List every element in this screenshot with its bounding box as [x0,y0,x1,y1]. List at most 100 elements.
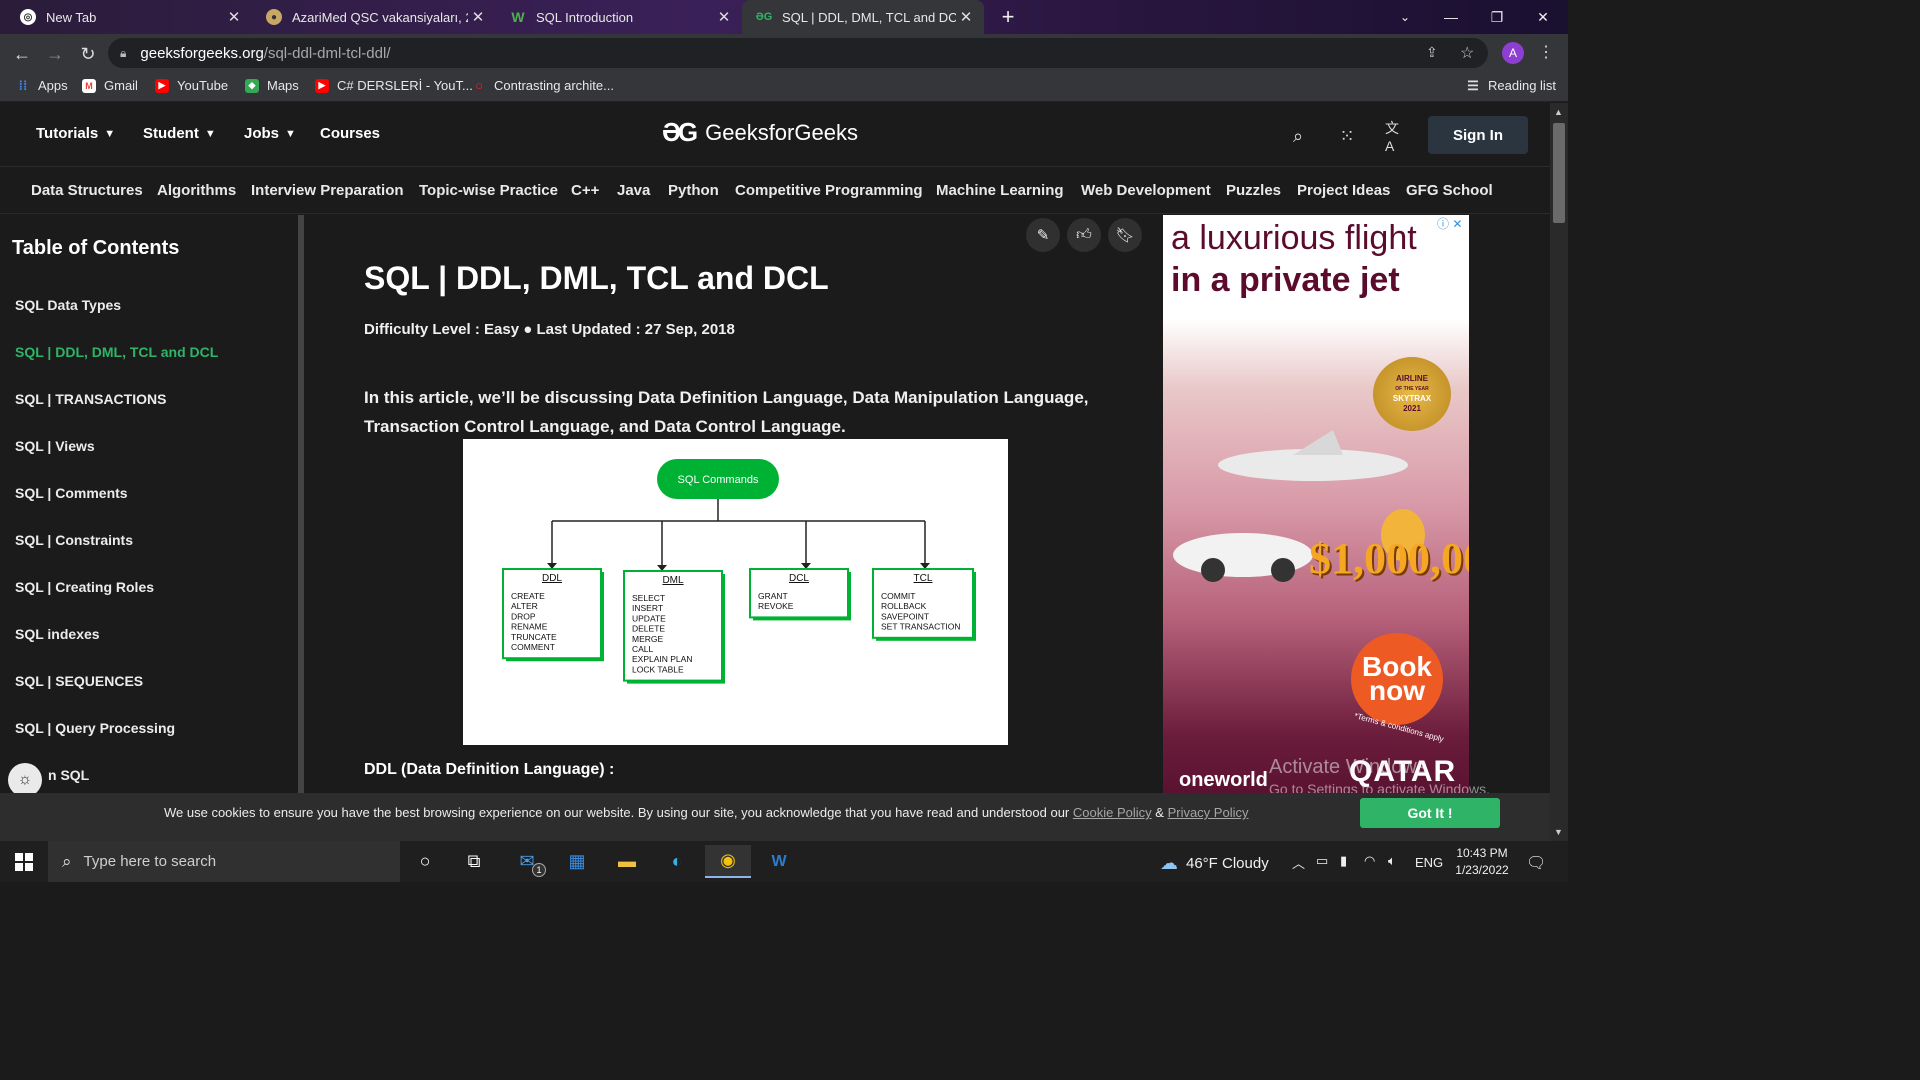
nav-tutorials[interactable]: Tutorials ▼ [36,125,115,142]
ad-book-now-button[interactable]: Book now [1351,633,1443,725]
file-explorer-icon[interactable]: ▬ [604,845,650,878]
apps-grid-icon[interactable]: ⁙ [1336,125,1358,147]
back-icon[interactable]: ← [8,40,36,68]
ad-prize-amount: $1,000,000 [1309,534,1469,583]
share-icon[interactable]: ⇪ [1426,44,1438,61]
notifications-icon[interactable]: 🗨︎ [1526,853,1546,873]
browser-tab-sql-introduction[interactable]: W SQL Introduction ✕ [496,0,742,34]
toc-item[interactable]: SQL indexes [15,626,100,642]
tray-chevron-up-icon[interactable]: ︿ [1292,853,1305,872]
like-thumbs-up-icon[interactable]: 👍︎ [1067,218,1101,252]
restore-button[interactable]: ❐ [1474,0,1520,34]
browser-tab-sql-ddl[interactable]: ƏG SQL | DDL, DML, TCL and DCL - G ✕ [742,0,984,34]
reading-list-button[interactable]: ☰ Reading list [1466,78,1556,94]
scroll-up-arrow-icon[interactable]: ▲ [1554,107,1563,117]
edit-pencil-icon[interactable]: ✎ [1026,218,1060,252]
tab-close-icon[interactable]: ✕ [224,8,244,26]
toc-item[interactable]: SQL | Query Processing [15,720,175,736]
store-icon[interactable]: ▦ [554,845,600,878]
cortana-icon[interactable]: ○ [402,845,448,878]
nav-student[interactable]: Student ▼ [143,125,216,142]
activate-windows-watermark: Activate Windows Go to Settings to activ… [1269,756,1490,797]
w3-icon: W [511,9,525,25]
meet-now-icon[interactable]: ▭ [1316,853,1328,869]
ad-oneworld-logo: oneworld [1179,769,1268,791]
search-icon[interactable]: ⌕ [1287,125,1309,147]
subnav-gfg-school[interactable]: GFG School [1406,182,1493,199]
subnav-algorithms[interactable]: Algorithms [157,182,236,199]
weather-widget[interactable]: ☁ 46°F Cloudy [1160,853,1269,874]
bookmark-apps[interactable]: ⁞⁞ Apps [16,78,68,93]
tab-close-icon[interactable]: ✕ [714,8,734,26]
language-indicator[interactable]: ENG [1415,855,1443,870]
browser-tab-new-tab[interactable]: ◎ New Tab ✕ [6,0,252,34]
clock[interactable]: 10:43 PM 1/23/2022 [1450,845,1514,879]
cookie-policy-link[interactable]: Cookie Policy [1073,805,1152,820]
privacy-policy-link[interactable]: Privacy Policy [1168,805,1249,820]
forward-icon[interactable]: → [41,40,69,68]
toc-item-active[interactable]: SQL | DDL, DML, TCL and DCL [15,344,218,360]
bookmark-gmail[interactable]: M Gmail [82,78,138,93]
nav-jobs[interactable]: Jobs ▼ [244,125,296,142]
profile-avatar[interactable]: A [1502,42,1524,64]
toc-item[interactable]: SQL | Constraints [15,532,133,548]
bookmark-star-icon[interactable]: ☆ [1460,43,1474,63]
scroll-thumb[interactable] [1553,123,1565,223]
nav-courses[interactable]: Courses [320,125,380,142]
url-host: geeksforgeeks.org [140,44,264,62]
subnav-python[interactable]: Python [668,182,719,199]
edge-icon[interactable]: ◐ [654,845,700,878]
scroll-down-arrow-icon[interactable]: ▼ [1554,827,1563,837]
bookmark-contrasting[interactable]: ○ Contrasting archite... [472,78,614,93]
bookmark-youtube[interactable]: ▶ YouTube [155,78,228,93]
close-window-button[interactable]: ✕ [1520,0,1566,34]
browser-tab-azarimed[interactable]: ● AzariMed QSC vakansiyaları, 202 ✕ [252,0,496,34]
subnav-project-ideas[interactable]: Project Ideas [1297,182,1390,199]
taskbar-search-box[interactable]: ⌕ Type here to search [48,841,400,882]
reload-icon[interactable]: ↻ [74,40,102,68]
wifi-icon[interactable]: ◠ [1364,853,1375,869]
subnav-java[interactable]: Java [617,182,650,199]
battery-icon[interactable]: ▮ [1340,853,1347,869]
page-scrollbar[interactable]: ▲ ▼ [1550,103,1568,841]
theme-toggle-sun-icon[interactable]: ☼ [8,763,42,793]
bookmark-csharp[interactable]: ▶ C# DERSLERİ - YouT... [315,78,473,93]
toc-item[interactable]: n SQL [48,767,89,783]
advertisement[interactable]: ⓘ ✕ a luxurious flight in a private jet … [1163,215,1469,793]
tab-close-icon[interactable]: ✕ [956,8,976,26]
word-icon[interactable]: W [756,845,802,878]
volume-icon[interactable]: 🔈︎ [1388,853,1396,869]
subnav-interview-preparation[interactable]: Interview Preparation [251,182,404,199]
task-view-icon[interactable]: ⧉ [451,845,497,878]
got-it-button[interactable]: Got It ! [1360,798,1500,828]
address-bar[interactable]: 🔒︎ geeksforgeeks.org/sql-ddl-dml-tcl-ddl… [108,38,1488,68]
toc-item[interactable]: SQL Data Types [15,297,121,313]
bookmark-maps[interactable]: ◆ Maps [245,78,299,93]
chrome-icon[interactable]: ◉ [705,845,751,878]
subnav-data-structures[interactable]: Data Structures [31,182,143,199]
toc-item[interactable]: SQL | Views [15,438,95,454]
tab-search-chevron-icon[interactable]: ⌄ [1382,0,1428,34]
windows-start-icon[interactable] [0,841,48,882]
youtube-icon: ▶ [315,78,329,93]
bookmark-icon[interactable]: 🔖︎ [1108,218,1142,252]
subnav-puzzles[interactable]: Puzzles [1226,182,1281,199]
ad-info-close-icon[interactable]: ⓘ ✕ [1437,215,1462,232]
subnav-topic-wise-practice[interactable]: Topic-wise Practice [419,182,558,199]
new-tab-button[interactable]: + [992,0,1024,34]
translate-icon[interactable]: 文A [1385,120,1407,154]
minimize-button[interactable]: — [1428,0,1474,34]
subnav-competitive-programming[interactable]: Competitive Programming [735,182,923,199]
subnav-cpp[interactable]: C++ [571,182,599,199]
mail-icon[interactable]: ✉ 1 [504,845,550,878]
tab-close-icon[interactable]: ✕ [468,8,488,26]
toc-item[interactable]: SQL | Creating Roles [15,579,154,595]
subnav-machine-learning[interactable]: Machine Learning [936,182,1064,199]
toc-item[interactable]: SQL | TRANSACTIONS [15,391,166,407]
gfg-logo[interactable]: ƏG GeeksforGeeks [662,117,858,148]
toc-item[interactable]: SQL | Comments [15,485,128,501]
toc-item[interactable]: SQL | SEQUENCES [15,673,143,689]
subnav-web-development[interactable]: Web Development [1081,182,1211,199]
kebab-menu-icon[interactable]: ⋮ [1538,42,1554,62]
sign-in-button[interactable]: Sign In [1428,116,1528,154]
